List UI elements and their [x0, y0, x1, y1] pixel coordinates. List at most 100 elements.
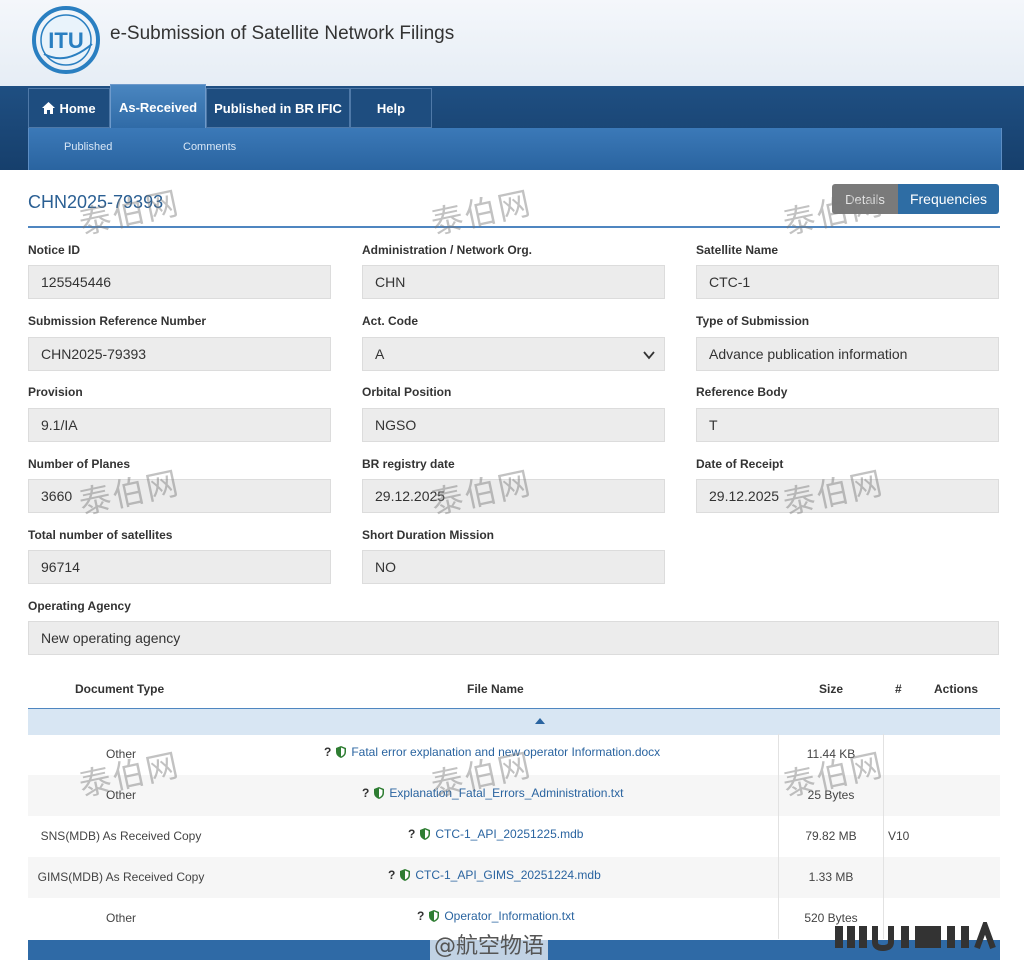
total-satellites-field[interactable]: 96714	[28, 550, 331, 584]
shield-icon	[420, 828, 431, 840]
cell-divider	[883, 775, 884, 816]
tab-home-label: Home	[59, 100, 96, 116]
record-title: CHN2025-79393	[28, 192, 164, 212]
orbital-position-field[interactable]: NGSO	[362, 408, 665, 442]
provision-field[interactable]: 9.1/IA	[28, 408, 331, 442]
doc-type: SNS(MDB) As Received Copy	[40, 829, 202, 843]
help-icon[interactable]: ?	[324, 745, 331, 759]
shield-icon	[374, 787, 385, 799]
tab-as-received-label: As-Received	[118, 99, 198, 115]
doc-type: Other	[105, 911, 136, 925]
short-duration-label: Short Duration Mission	[362, 528, 494, 542]
br-registry-date-field[interactable]: 29.12.2025	[362, 479, 665, 513]
file-link[interactable]: CTC-1_API_20251225.mdb	[435, 827, 583, 841]
number-of-planes-label: Number of Planes	[28, 457, 131, 471]
shield-icon	[336, 746, 347, 758]
file-version: V10	[888, 829, 910, 843]
operating-agency-field[interactable]: New operating agency	[28, 621, 999, 655]
tab-help-label: Help	[376, 100, 406, 116]
details-button[interactable]: Details	[832, 184, 898, 214]
cell-divider	[778, 857, 779, 898]
sub-nav: Published Comments	[28, 128, 1002, 170]
submission-ref-label: Submission Reference Number	[28, 314, 207, 328]
file-size: 25 Bytes	[807, 788, 855, 802]
cell-divider	[778, 816, 779, 857]
administration-field[interactable]: CHN	[362, 265, 665, 299]
file-cell: ? Operator_Information.txt	[417, 909, 574, 923]
notice-id-label: Notice ID	[28, 243, 81, 257]
app-title: e-Submission of Satellite Network Filing…	[110, 23, 455, 44]
orbital-position-label: Orbital Position	[362, 385, 452, 399]
cell-divider	[883, 734, 884, 775]
title-divider	[28, 226, 1000, 228]
type-of-submission-field[interactable]: Advance publication information	[696, 337, 999, 371]
col-version[interactable]: #	[895, 682, 902, 696]
number-of-planes-field[interactable]: 3660	[28, 479, 331, 513]
frequencies-button[interactable]: Frequencies	[898, 184, 999, 214]
operating-agency-label: Operating Agency	[28, 599, 131, 613]
file-link[interactable]: Explanation_Fatal_Errors_Administration.…	[389, 786, 623, 800]
col-file-name[interactable]: File Name	[467, 682, 524, 696]
file-link[interactable]: Fatal error explanation and new operator…	[351, 745, 660, 759]
file-cell: ? CTC-1_API_GIMS_20251224.mdb	[388, 868, 601, 882]
subtab-published[interactable]: Published	[64, 141, 112, 153]
shield-icon	[400, 869, 411, 881]
tab-help[interactable]: Help	[350, 88, 432, 128]
table-row: Other ? Fatal error explanation and new …	[28, 734, 1000, 775]
notice-id-field[interactable]: 125545446	[28, 265, 331, 299]
type-of-submission-label: Type of Submission	[696, 314, 810, 328]
file-size: 11.44 KB	[806, 747, 856, 761]
cell-divider	[778, 898, 779, 939]
itu-logo[interactable]: ITU	[30, 4, 102, 76]
tab-published-in-br-ific[interactable]: Published in BR IFIC	[206, 88, 350, 128]
tab-published-label: Published in BR IFIC	[214, 100, 342, 116]
file-link[interactable]: Operator_Information.txt	[444, 909, 574, 923]
administration-label: Administration / Network Org.	[362, 243, 533, 257]
file-link[interactable]: CTC-1_API_GIMS_20251224.mdb	[415, 868, 600, 882]
date-of-receipt-field[interactable]: 29.12.2025	[696, 479, 999, 513]
home-icon	[42, 102, 56, 114]
doc-type: GIMS(MDB) As Received Copy	[37, 870, 205, 884]
tab-home[interactable]: Home	[28, 88, 110, 128]
table-row: Other ? Explanation_Fatal_Errors_Adminis…	[28, 775, 1000, 816]
col-size[interactable]: Size	[819, 682, 843, 696]
help-icon[interactable]: ?	[362, 786, 369, 800]
subtab-comments[interactable]: Comments	[183, 141, 236, 153]
table-row: SNS(MDB) As Received Copy ? CTC-1_API_20…	[28, 816, 1000, 857]
satellite-name-label: Satellite Name	[696, 243, 779, 257]
act-code-label: Act. Code	[362, 314, 419, 328]
brand-logo-mark	[835, 922, 996, 952]
file-size: 1.33 MB	[808, 870, 854, 884]
satellite-name-field[interactable]: CTC-1	[696, 265, 999, 299]
col-document-type[interactable]: Document Type	[75, 682, 164, 696]
short-duration-field[interactable]: NO	[362, 550, 665, 584]
doc-type: Other	[105, 788, 136, 802]
watermark: 泰伯网	[427, 183, 536, 243]
act-code-value: A	[375, 346, 385, 362]
file-cell: ? Fatal error explanation and new operat…	[324, 745, 660, 759]
file-size: 79.82 MB	[805, 829, 857, 843]
cell-divider	[883, 857, 884, 898]
app-header: ITU e-Submission of Satellite Network Fi…	[0, 0, 1024, 86]
submission-ref-field[interactable]: CHN2025-79393	[28, 337, 331, 371]
file-cell: ? Explanation_Fatal_Errors_Administratio…	[362, 786, 623, 800]
reference-body-field[interactable]: T	[696, 408, 999, 442]
cell-divider	[883, 816, 884, 857]
help-icon[interactable]: ?	[388, 868, 395, 882]
doc-type: Other	[105, 747, 136, 761]
table-row: GIMS(MDB) As Received Copy ? CTC-1_API_G…	[28, 857, 1000, 898]
act-code-select[interactable]: A	[362, 337, 665, 371]
credit-handle: @航空物语	[430, 928, 549, 960]
help-icon[interactable]: ?	[417, 909, 424, 923]
tab-as-received[interactable]: As-Received	[110, 84, 206, 130]
help-icon[interactable]: ?	[408, 827, 415, 841]
shield-icon	[429, 910, 440, 922]
col-actions: Actions	[934, 682, 979, 696]
file-cell: ? CTC-1_API_20251225.mdb	[408, 827, 583, 841]
reference-body-label: Reference Body	[696, 385, 788, 399]
total-satellites-label: Total number of satellites	[28, 528, 173, 542]
provision-label: Provision	[28, 385, 83, 399]
chevron-down-icon	[643, 351, 655, 360]
cell-divider	[778, 775, 779, 816]
sort-bar[interactable]	[28, 708, 1000, 735]
